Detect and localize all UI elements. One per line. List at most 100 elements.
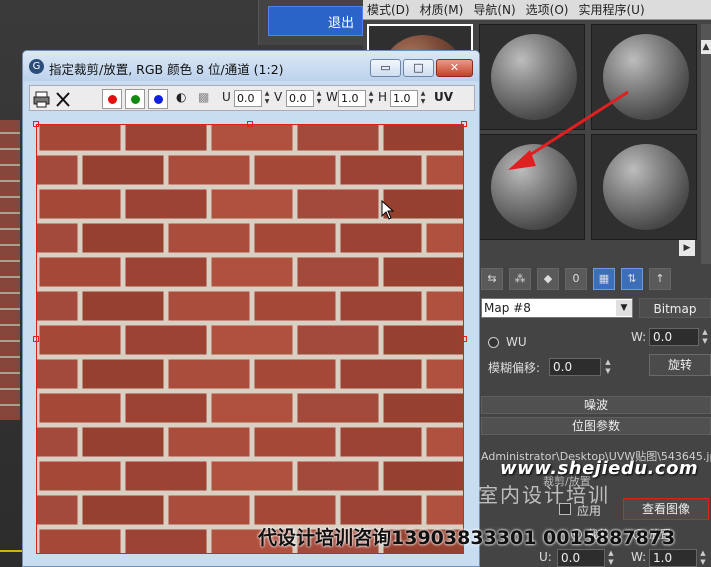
maximize-button[interactable]: □ <box>403 59 434 77</box>
material-slot-3[interactable] <box>591 24 697 130</box>
brick <box>82 359 164 389</box>
menu-navigation[interactable]: 导航(N) <box>473 1 515 18</box>
w-field[interactable]: 1.0 <box>338 90 366 107</box>
crop-handle-tm[interactable] <box>247 121 253 127</box>
menu-options[interactable]: 选项(O) <box>526 1 569 18</box>
brick <box>426 495 463 525</box>
brick <box>340 223 422 253</box>
rotate-button[interactable]: 旋转 <box>649 354 711 376</box>
print-icon[interactable] <box>33 90 51 108</box>
h-spinner[interactable]: ▲ ▼ <box>419 90 427 107</box>
scroll-up-icon[interactable]: ▲ <box>701 40 711 54</box>
brick <box>39 125 121 151</box>
brick <box>340 155 422 185</box>
minimize-button[interactable]: ▭ <box>370 59 401 77</box>
brick <box>37 291 78 321</box>
brick <box>82 223 164 253</box>
crop-place-dialog: G 指定裁剪/放置, RGB 颜色 8 位/通道 (1:2) ▭ □ ✕ ◐ ▩… <box>22 50 480 567</box>
mono-icon[interactable]: ◐ <box>176 90 186 104</box>
brick <box>82 291 164 321</box>
uv-toggle[interactable]: UV <box>434 90 453 104</box>
rollout-bitmap-params[interactable]: 位图参数 <box>481 417 711 435</box>
u-spinner[interactable]: ▲ ▼ <box>606 549 616 567</box>
contact-banner: 代设计培训咨询13903833301 0015887873 <box>258 527 676 549</box>
brick <box>168 359 250 389</box>
v-spinner[interactable]: ▲ ▼ <box>315 90 323 107</box>
h-field[interactable]: 1.0 <box>390 90 418 107</box>
brick <box>254 155 336 185</box>
menu-bar: 模式(D) 材质(M) 导航(N) 选项(O) 实用程序(U) <box>363 0 711 20</box>
blue-channel-button[interactable] <box>148 89 168 109</box>
blur-offset-spinner[interactable]: ▲ ▼ <box>603 358 613 376</box>
brick <box>383 125 463 151</box>
brick <box>211 257 293 287</box>
close-button[interactable]: ✕ <box>436 59 473 77</box>
brick <box>125 325 207 355</box>
brick <box>297 393 379 423</box>
show-end-result-icon[interactable]: ⇅ <box>621 268 643 290</box>
brick <box>297 325 379 355</box>
menu-utilities[interactable]: 实用程序(U) <box>578 1 644 18</box>
material-slot-6[interactable] <box>591 134 697 240</box>
exit-button[interactable]: 退出 <box>268 6 363 36</box>
menu-material[interactable]: 材质(M) <box>420 1 464 18</box>
crop-image-area[interactable] <box>36 124 464 554</box>
map-type-button[interactable]: Bitmap <box>639 298 711 318</box>
material-slot-5[interactable] <box>479 134 585 240</box>
w2-field[interactable]: 1.0 <box>649 549 697 567</box>
clear-icon[interactable]: ▩ <box>198 90 209 104</box>
crop-handle-tr[interactable] <box>461 121 467 127</box>
brick <box>168 291 250 321</box>
chevron-down-icon[interactable]: ▼ <box>616 300 632 316</box>
crop-handle-ml[interactable] <box>33 336 39 342</box>
v-field[interactable]: 0.0 <box>286 90 314 107</box>
scroll-down-icon[interactable]: ▶ <box>679 240 695 256</box>
w-spinner[interactable]: ▲ ▼ <box>367 90 375 107</box>
watermark-url: www.shejiedu.com <box>500 458 699 479</box>
dialog-toolbar: ◐ ▩ U 0.0 ▲ ▼ V 0.0 ▲ ▼ W 1.0 ▲ ▼ H 1.0 ▲ ▼ … <box>29 85 475 111</box>
rollout-noise[interactable]: 噪波 <box>481 396 711 414</box>
wu-radio[interactable] <box>488 337 499 348</box>
menu-mode[interactable]: 模式(D) <box>367 1 410 18</box>
w-spinner[interactable]: ▲ ▼ <box>700 328 710 346</box>
wu-label: WU <box>506 335 527 349</box>
brick <box>37 359 78 389</box>
assign-material-icon[interactable]: ⇆ <box>481 268 503 290</box>
dialog-titlebar[interactable]: G 指定裁剪/放置, RGB 颜色 8 位/通道 (1:2) ▭ □ ✕ <box>23 51 479 81</box>
map-name-field[interactable]: Map #8 ▼ <box>481 298 633 318</box>
brick <box>340 495 422 525</box>
red-channel-button[interactable] <box>102 89 122 109</box>
w2-spinner[interactable]: ▲ ▼ <box>698 549 708 567</box>
go-parent-icon[interactable]: ↑ <box>649 268 671 290</box>
brick <box>254 427 336 457</box>
brick <box>37 427 78 457</box>
put-library-icon[interactable]: ◆ <box>537 268 559 290</box>
blur-offset-field[interactable]: 0.0 <box>549 358 601 376</box>
map-row: Map #8 ▼ Bitmap <box>481 298 711 318</box>
u-label: U: <box>539 550 552 564</box>
slots-scrollbar[interactable] <box>701 24 711 264</box>
brick <box>383 257 463 287</box>
material-id-icon[interactable]: 0 <box>565 268 587 290</box>
brick <box>37 495 78 525</box>
u-field[interactable]: 0.0 <box>557 549 605 567</box>
close-x-icon[interactable] <box>55 90 71 108</box>
brick <box>82 427 164 457</box>
sphere-preview <box>491 34 577 120</box>
brick <box>297 257 379 287</box>
view-image-button[interactable]: 查看图像 <box>623 498 709 520</box>
green-channel-button[interactable] <box>125 89 145 109</box>
crop-handle-mr[interactable] <box>461 336 467 342</box>
w-field[interactable]: 0.0 <box>649 328 699 346</box>
material-slot-2[interactable] <box>479 24 585 130</box>
crop-handle-tl[interactable] <box>33 121 39 127</box>
make-unique-icon[interactable]: ⁂ <box>509 268 531 290</box>
sphere-preview <box>491 144 577 230</box>
u-spinner[interactable]: ▲ ▼ <box>263 90 271 107</box>
brick <box>211 461 293 491</box>
brick <box>168 427 250 457</box>
u-field[interactable]: 0.0 <box>234 90 262 107</box>
brick <box>254 291 336 321</box>
show-map-icon[interactable]: ▦ <box>593 268 615 290</box>
brick <box>297 461 379 491</box>
